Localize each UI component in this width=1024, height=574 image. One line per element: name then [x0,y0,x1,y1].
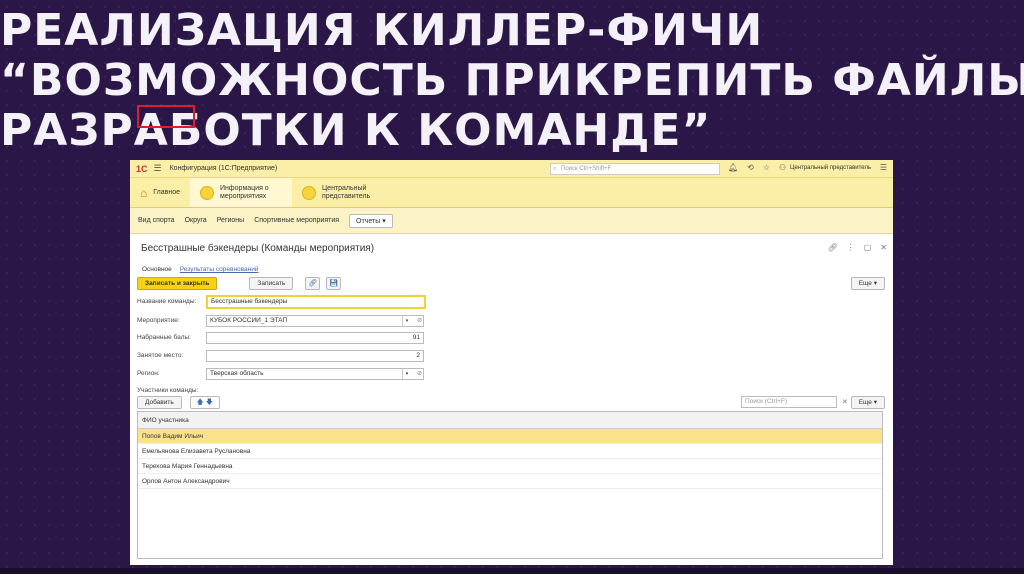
more-label: Еще [858,280,872,287]
form-title: Бесстрашные бэкендеры (Команды мероприят… [141,243,375,254]
global-search-input[interactable]: ⌕ Поиск Ctrl+Shift+F [550,163,720,175]
bell-icon[interactable]: 🔔︎ [728,163,738,172]
chevron-down-icon[interactable]: ▾ [402,369,411,379]
bottom-strip [0,568,1024,574]
members-more-button[interactable]: Еще ▾ [850,396,885,409]
link-icon[interactable]: 🔗︎ [828,243,838,252]
clear-search-icon[interactable]: ✕ [842,398,848,406]
members-toolbar: Добавить 🡅 🡇 [137,396,220,409]
section-central-rep[interactable]: Центральный представитель [292,178,388,207]
open-link-icon[interactable]: ⊘ [417,316,422,326]
members-table: ФИО участника Попов Вадим Ильич Емельяно… [137,411,883,559]
slide-title-line-2: “ВОЗМОЖНОСТЬ ПРИКРЕПИТЬ ФАЙЛЫ [0,55,1024,106]
section-label: Информация о мероприятиях [220,184,269,200]
nav-item-sport[interactable]: Вид спорта [138,217,175,224]
maximize-icon[interactable]: ▢ [864,243,872,252]
table-row[interactable]: Емельянова Елизавета Руслановна [138,444,882,459]
region-value: Тверская область [210,370,264,377]
save-button[interactable]: Записать [249,277,294,290]
chevron-down-icon[interactable]: ▾ [402,316,411,326]
save-close-button[interactable]: Записать и закрыть [137,277,218,290]
points-label: Набранные балы: [137,334,191,341]
tab-main[interactable]: Основное [138,264,176,275]
nav-item-events[interactable]: Спортивные мероприятия [254,217,339,224]
section-icon [200,185,214,200]
members-label: Участники команды: [137,387,199,394]
points-field[interactable]: 91 [206,332,424,344]
menu-icon[interactable]: ☰ [154,163,162,174]
members-search-input[interactable]: Поиск (Ctrl+F) [741,396,837,408]
section-events-info[interactable]: Информация о мероприятиях [190,178,292,207]
save-disk-icon[interactable]: 💾︎ [326,277,342,290]
window-title: Конфигурация (1С:Предприятие) [169,165,278,172]
form-controls: 🔗︎ ⋮ ▢ ✕ [828,243,887,252]
chevron-down-icon: ▾ [382,217,386,225]
place-field[interactable]: 2 [206,350,424,362]
app-window: 1С ☰ Конфигурация (1С:Предприятие) ⌕ Пои… [130,160,893,565]
table-row[interactable]: Попов Вадим Ильич [138,429,882,444]
form-tabs: Основное Результаты соревнований [138,264,263,275]
event-label: Мероприятие: [137,317,180,324]
topbar-icons: 🔔︎ ⟲ ☆ ⚇ [728,163,786,172]
section-label: Главное [153,188,180,196]
table-header: ФИО участника [138,412,882,429]
nav-item-districts[interactable]: Округа [185,217,207,224]
sections-panel: ⌂ Главное Информация о мероприятиях Цент… [130,178,893,208]
table-row[interactable]: Терехова Мария Геннадьевна [138,459,882,474]
section-main[interactable]: ⌂ Главное [130,178,190,207]
slide-title: РЕАЛИЗАЦИЯ КИЛЛЕР-ФИЧИ “ВОЗМОЖНОСТЬ ПРИК… [0,6,1024,156]
app-logo: 1С [136,163,148,174]
move-buttons: 🡅 🡇 [189,396,220,409]
region-label: Регион: [137,370,160,377]
team-name-label: Название команды: [137,298,197,305]
global-search-placeholder: Поиск Ctrl+Shift+F [561,166,612,172]
highlight-frame [137,105,195,128]
slide-title-line-1: РЕАЛИЗАЦИЯ КИЛЛЕР-ФИЧИ [0,5,764,56]
form-toolbar: Записать и закрыть Записать 🔗︎ 💾︎ [137,277,342,290]
add-member-button[interactable]: Добавить [137,396,182,409]
more-button[interactable]: Еще ▾ [850,277,885,290]
event-value: КУБОК РОССИИ_1 ЭТАП [210,317,288,324]
attach-icon[interactable]: 🔗︎ [305,277,321,290]
team-name-field[interactable]: Бесстрашные бэкендеры [206,295,426,309]
close-icon[interactable]: ✕ [880,243,887,252]
event-field[interactable]: КУБОК РОССИИ_1 ЭТАП ▾ ⊘ [206,315,424,327]
place-label: Занятое место: [137,352,184,359]
region-field[interactable]: Тверская область ▾ ⊘ [206,368,424,380]
arrow-up-icon[interactable]: 🡅 [197,399,204,406]
arrow-down-icon[interactable]: 🡇 [206,399,213,406]
home-icon: ⌂ [140,185,148,200]
nav-panel: Вид спорта Округа Регионы Спортивные мер… [130,208,893,234]
more-label: Еще [858,399,872,406]
nav-item-regions[interactable]: Регионы [217,217,245,224]
section-label: Центральный представитель [322,184,371,200]
user-icon[interactable]: ⚇ [779,163,786,172]
history-icon[interactable]: ⟲ [747,163,754,172]
reports-label: Отчеты [356,217,381,225]
search-icon: ⌕ [553,166,557,172]
window-menu-icon[interactable]: ☰ [880,163,887,172]
current-user[interactable]: Центральный представитель [790,165,871,171]
table-row[interactable]: Орлов Антон Александрович [138,474,882,489]
star-icon[interactable]: ☆ [763,163,770,172]
more-icon[interactable]: ⋮ [847,243,855,252]
reports-dropdown[interactable]: Отчеты ▾ [349,213,393,228]
tab-results[interactable]: Результаты соревнований [176,264,263,275]
section-icon [302,185,316,200]
open-link-icon[interactable]: ⊘ [417,369,422,379]
